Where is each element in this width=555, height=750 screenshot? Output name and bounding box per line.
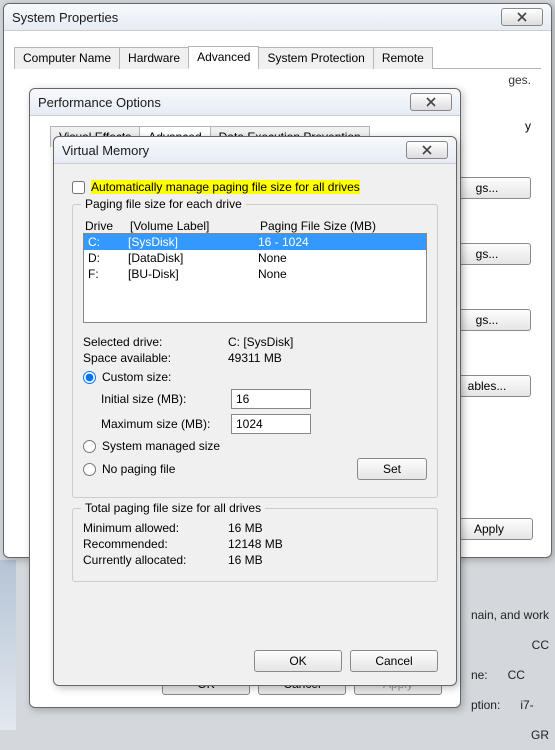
custom-size-label: Custom size: xyxy=(102,370,171,384)
no-paging-radio[interactable] xyxy=(83,463,96,476)
virtual-memory-window: Virtual Memory Automatically manage pagi… xyxy=(53,136,457,686)
system-managed-label: System managed size xyxy=(102,439,220,453)
close-icon xyxy=(516,12,528,22)
titlebar[interactable]: System Properties xyxy=(4,4,551,31)
background-content: nain, and work CC ne:CC ption:i7- GR xyxy=(471,600,549,750)
bg-text: CC xyxy=(471,630,549,660)
recommended-label: Recommended: xyxy=(83,537,228,551)
body-text-fragment: ges. xyxy=(508,73,531,87)
maximum-size-label: Maximum size (MB): xyxy=(101,417,231,431)
system-managed-radio[interactable] xyxy=(83,440,96,453)
text-fragment: y xyxy=(525,119,531,133)
drive-row[interactable]: D: [DataDisk] None xyxy=(84,250,426,266)
auto-manage-checkbox[interactable] xyxy=(72,181,85,194)
tab-hardware[interactable]: Hardware xyxy=(119,47,189,69)
min-allowed-value: 16 MB xyxy=(228,521,263,535)
close-button[interactable] xyxy=(406,141,448,159)
currently-allocated-label: Currently allocated: xyxy=(83,553,228,567)
paging-per-drive-group: Paging file size for each drive Drive [V… xyxy=(72,204,438,498)
selected-drive-label: Selected drive: xyxy=(83,335,228,349)
window-title: System Properties xyxy=(12,10,118,25)
close-icon xyxy=(425,97,437,107)
header-volume: [Volume Label] xyxy=(130,219,260,233)
tab-remote[interactable]: Remote xyxy=(373,47,433,69)
titlebar[interactable]: Virtual Memory xyxy=(54,137,456,164)
selected-drive-value: C: [SysDisk] xyxy=(228,335,293,349)
drive-row[interactable]: F: [BU-Disk] None xyxy=(84,266,426,282)
no-paging-label: No paging file xyxy=(102,462,175,476)
ok-button[interactable]: OK xyxy=(254,650,342,672)
bg-text: GR xyxy=(471,720,549,750)
total-paging-group: Total paging file size for all drives Mi… xyxy=(72,508,438,582)
titlebar[interactable]: Performance Options xyxy=(30,89,460,116)
currently-allocated-value: 16 MB xyxy=(228,553,263,567)
header-drive: Drive xyxy=(85,219,130,233)
space-available-label: Space available: xyxy=(83,351,228,365)
initial-size-label: Initial size (MB): xyxy=(101,392,231,406)
window-title: Performance Options xyxy=(38,95,161,110)
tab-computer-name[interactable]: Computer Name xyxy=(14,47,120,69)
window-title: Virtual Memory xyxy=(62,143,149,158)
close-button[interactable] xyxy=(410,93,452,111)
group-legend: Paging file size for each drive xyxy=(81,197,246,211)
tabstrip: Computer Name Hardware Advanced System P… xyxy=(14,45,541,69)
drive-list[interactable]: C: [SysDisk] 16 - 1024 D: [DataDisk] Non… xyxy=(83,233,427,323)
space-available-value: 49311 MB xyxy=(228,351,282,365)
maximum-size-input[interactable] xyxy=(231,414,311,434)
auto-manage-label: Automatically manage paging file size fo… xyxy=(91,180,360,194)
custom-size-radio[interactable] xyxy=(83,371,96,384)
drive-row[interactable]: C: [SysDisk] 16 - 1024 xyxy=(84,234,426,250)
bg-text: nain, and work xyxy=(471,600,549,630)
cancel-button[interactable]: Cancel xyxy=(350,650,438,672)
drive-list-header: Drive [Volume Label] Paging File Size (M… xyxy=(85,219,425,233)
desktop-edge xyxy=(0,560,16,730)
initial-size-input[interactable] xyxy=(231,389,311,409)
tab-system-protection[interactable]: System Protection xyxy=(258,47,373,69)
total-group-legend: Total paging file size for all drives xyxy=(81,501,265,515)
close-icon xyxy=(421,145,433,155)
close-button[interactable] xyxy=(501,8,543,26)
tab-advanced[interactable]: Advanced xyxy=(188,46,259,69)
header-paging-size: Paging File Size (MB) xyxy=(260,219,425,233)
min-allowed-label: Minimum allowed: xyxy=(83,521,228,535)
recommended-value: 12148 MB xyxy=(228,537,283,551)
set-button[interactable]: Set xyxy=(357,458,427,480)
